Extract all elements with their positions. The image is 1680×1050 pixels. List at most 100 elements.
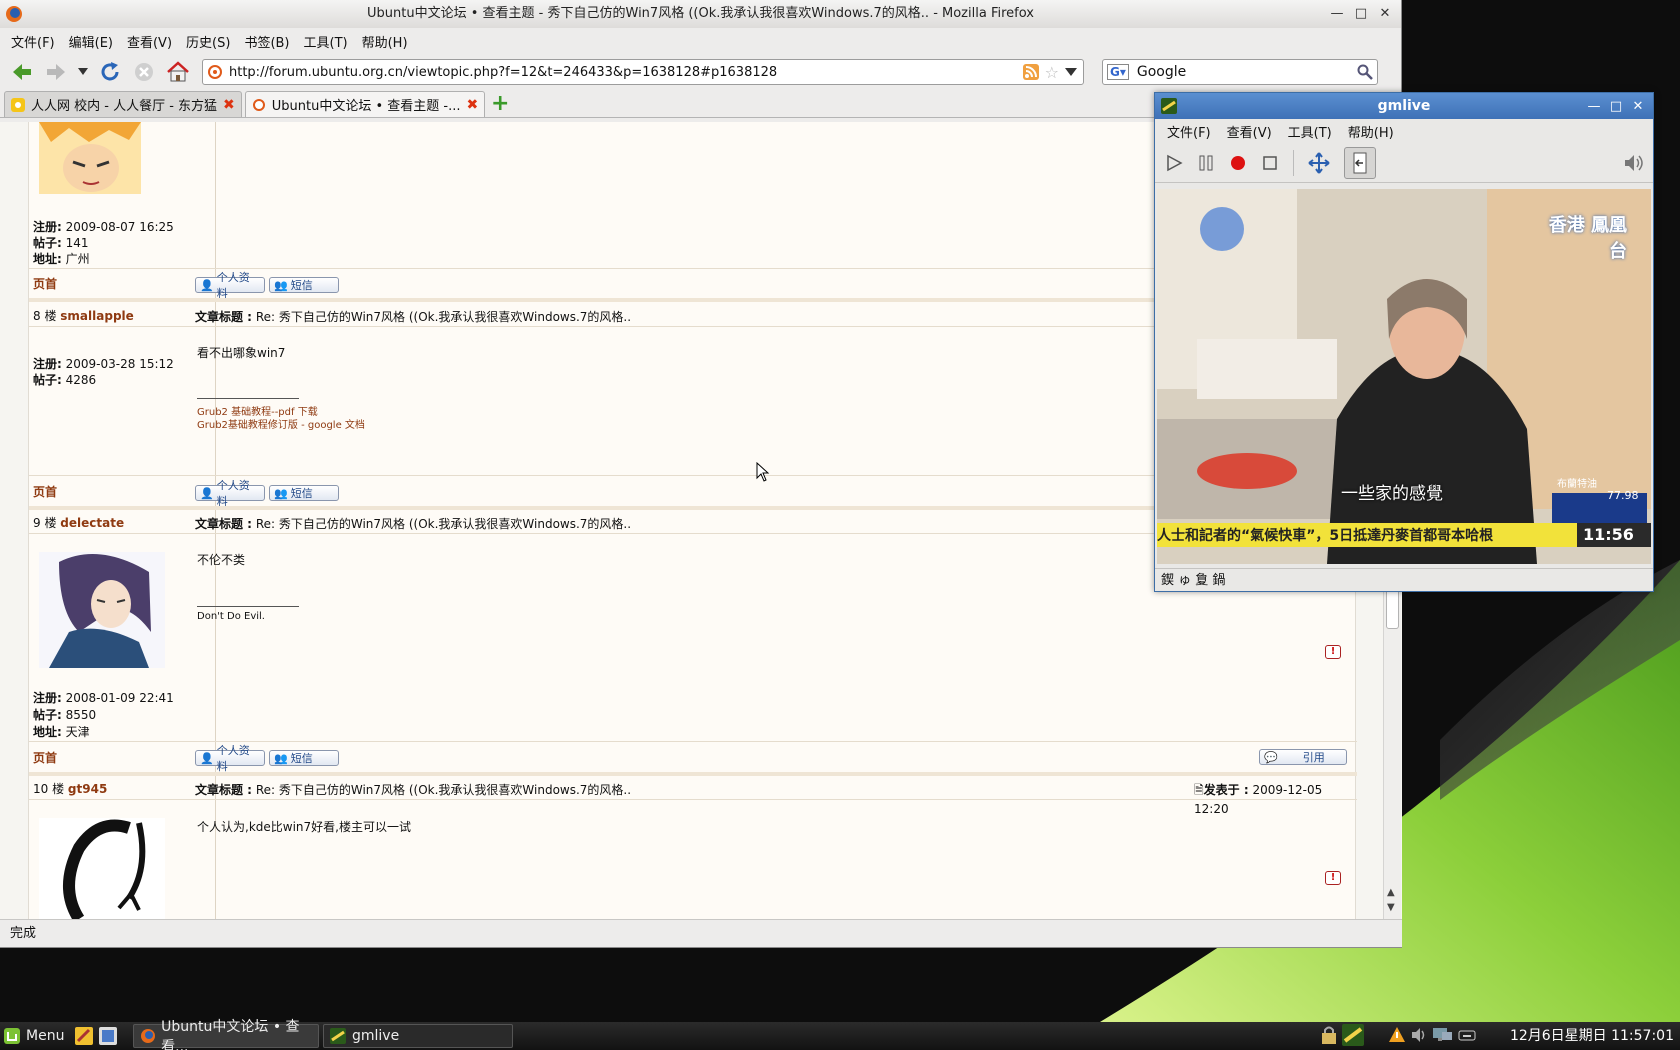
lock-icon[interactable]: [1320, 1025, 1338, 1045]
taskbar: Menu Ubuntu中文论坛 • 查看... gmlive 12月6日星期日 …: [0, 1019, 1680, 1050]
menu-help[interactable]: 帮助(H): [355, 32, 415, 51]
pm-button[interactable]: 👥 短信: [269, 750, 339, 766]
search-input[interactable]: Google: [1129, 64, 1357, 80]
history-dropdown-icon[interactable]: [76, 58, 90, 86]
gmlive-status-text: 鍥 ゅ 夐 鍋: [1161, 573, 1226, 588]
menu-edit[interactable]: 编辑(E): [62, 32, 120, 51]
menu-view[interactable]: 查看(V): [1219, 122, 1280, 141]
google-engine-icon[interactable]: G▾: [1107, 64, 1129, 80]
menu-view[interactable]: 查看(V): [120, 32, 179, 51]
post-body: 个人认为,kde比win7好看,楼主可以一试: [197, 820, 411, 834]
url-text[interactable]: http://forum.ubuntu.org.cn/viewtopic.php…: [223, 65, 1023, 80]
window-title: Ubuntu中文论坛 • 查看主题 - 秀下自己仿的Win7风格 ((Ok.我承…: [367, 6, 1034, 21]
post-subject: Re: 秀下自己仿的Win7风格 ((Ok.我承认我很喜欢Windows.7的风…: [255, 517, 632, 531]
menu-bookmarks[interactable]: 书签(B): [237, 32, 296, 51]
tab-renren-label: 人人网 校内 - 人人餐厅 - 东方猛: [31, 99, 218, 114]
volume-icon[interactable]: [1410, 1026, 1428, 1044]
pm-button[interactable]: 👥 短信: [269, 485, 339, 501]
firefox-menubar: 文件(F) 编辑(E) 查看(V) 历史(S) 书签(B) 工具(T) 帮助(H…: [0, 28, 1401, 54]
forward-button[interactable]: [42, 58, 70, 86]
profile-button[interactable]: 👤 个人资料: [195, 271, 265, 300]
post-body: 不伦不类: [197, 553, 246, 567]
username-link[interactable]: smallapple: [60, 309, 134, 323]
close-button[interactable]: ✕: [1373, 0, 1397, 28]
maximize-button[interactable]: □: [1349, 0, 1373, 28]
tab-renren[interactable]: 人人网 校内 - 人人餐厅 - 东方猛 ✖: [4, 91, 242, 117]
taskbar-task-firefox[interactable]: Ubuntu中文论坛 • 查看...: [133, 1019, 319, 1050]
control-center-launcher-icon[interactable]: [99, 1027, 117, 1045]
fullscreen-icon[interactable]: [1308, 151, 1330, 174]
signature-link[interactable]: Grub2基础教程修订版 - google 文档: [197, 416, 365, 431]
clock[interactable]: 12月6日星期日 11:57:01: [1510, 1022, 1674, 1050]
addr-label: 地址:: [33, 725, 62, 739]
home-icon[interactable]: [164, 58, 192, 86]
quote-icon: 💬: [1264, 750, 1278, 764]
close-button[interactable]: ✕: [1627, 94, 1649, 120]
url-bar[interactable]: http://forum.ubuntu.org.cn/viewtopic.php…: [202, 59, 1084, 85]
pm-button-label: 短信: [290, 487, 313, 500]
new-tab-icon[interactable]: +: [488, 93, 512, 117]
menu-file[interactable]: 文件(F): [1159, 122, 1219, 141]
volume-icon[interactable]: [1623, 152, 1645, 174]
record-icon[interactable]: [1229, 154, 1247, 172]
profile-button-label: 个人资料: [216, 479, 250, 508]
reload-icon[interactable]: [96, 58, 124, 86]
report-icon[interactable]: !: [1325, 871, 1341, 885]
channel-list-toggle[interactable]: [1344, 146, 1376, 179]
broadcast-clock: 11:56: [1577, 523, 1651, 547]
search-icon[interactable]: [1357, 64, 1373, 80]
url-dropdown-icon[interactable]: [1065, 67, 1077, 77]
firefox-titlebar: Ubuntu中文论坛 • 查看主题 - 秀下自己仿的Win7风格 ((Ok.我承…: [0, 0, 1401, 28]
report-icon[interactable]: !: [1325, 645, 1341, 659]
gmlive-menubar: 文件(F) 查看(V) 工具(T) 帮助(H): [1155, 119, 1653, 143]
page-top-link[interactable]: 页首: [33, 483, 57, 500]
update-warning-icon[interactable]: [1388, 1026, 1406, 1044]
status-bar: 完成: [0, 919, 1402, 947]
play-icon[interactable]: [1165, 154, 1183, 172]
reg-label: 注册:: [33, 220, 62, 234]
menu-help[interactable]: 帮助(H): [1340, 122, 1402, 141]
network-icon[interactable]: [1432, 1026, 1454, 1044]
profile-button[interactable]: 👤 个人资料: [195, 479, 265, 508]
quote-button[interactable]: 💬 引用: [1259, 749, 1347, 765]
search-box[interactable]: G▾ Google: [1102, 59, 1378, 85]
page-top-link[interactable]: 页首: [33, 749, 57, 766]
menu-history[interactable]: 历史(S): [179, 32, 237, 51]
maximize-button[interactable]: □: [1605, 94, 1627, 120]
scroll-up-icon[interactable]: ▲: [1387, 887, 1395, 898]
text-editor-launcher-icon[interactable]: [75, 1027, 93, 1045]
post-count: 4286: [65, 373, 97, 387]
close-tab-icon[interactable]: ✖: [467, 97, 479, 113]
scroll-down-icon[interactable]: ▼: [1387, 902, 1395, 913]
pm-button[interactable]: 👥 短信: [269, 277, 339, 293]
page-top-link[interactable]: 页首: [33, 275, 57, 292]
address: 广州: [65, 252, 90, 266]
power-icon[interactable]: [1458, 1026, 1478, 1044]
pause-icon[interactable]: [1197, 154, 1215, 172]
username-link[interactable]: gt945: [68, 782, 107, 796]
video-display[interactable]: 香港 鳳凰台 一些家的感覺 布蘭特油 77.98 人士和記者的“氣候快車”，5日…: [1157, 189, 1651, 564]
profile-button[interactable]: 👤 个人资料: [195, 744, 265, 773]
avatar: [39, 552, 165, 668]
stop-icon[interactable]: [130, 58, 158, 86]
gmlive-status-bar: 鍥 ゅ 夐 鍋: [1155, 568, 1653, 592]
stop-icon[interactable]: [1261, 154, 1279, 172]
menu-tools[interactable]: 工具(T): [297, 32, 355, 51]
back-button[interactable]: [8, 58, 36, 86]
menu-tools[interactable]: 工具(T): [1280, 122, 1340, 141]
gmlive-tray-icon[interactable]: [1342, 1024, 1364, 1046]
tab-ubuntu-forum[interactable]: Ubuntu中文论坛 • 查看主题 -... ✖: [244, 91, 486, 117]
posts-label: 帖子:: [33, 236, 62, 250]
rss-icon[interactable]: [1022, 64, 1039, 80]
username-link[interactable]: delectate: [60, 516, 124, 530]
close-tab-icon[interactable]: ✖: [223, 97, 235, 113]
minimize-button[interactable]: —: [1583, 94, 1605, 120]
player-toolbar: [1155, 143, 1653, 183]
post-count: 8550: [65, 708, 97, 722]
taskbar-task-gmlive[interactable]: gmlive: [323, 1024, 513, 1048]
menu-file[interactable]: 文件(F): [4, 32, 62, 51]
minimize-button[interactable]: —: [1325, 0, 1349, 28]
bookmark-star-icon[interactable]: ☆: [1045, 63, 1059, 82]
start-menu-button[interactable]: Menu: [0, 1028, 73, 1044]
users-icon: 👥: [274, 751, 288, 765]
